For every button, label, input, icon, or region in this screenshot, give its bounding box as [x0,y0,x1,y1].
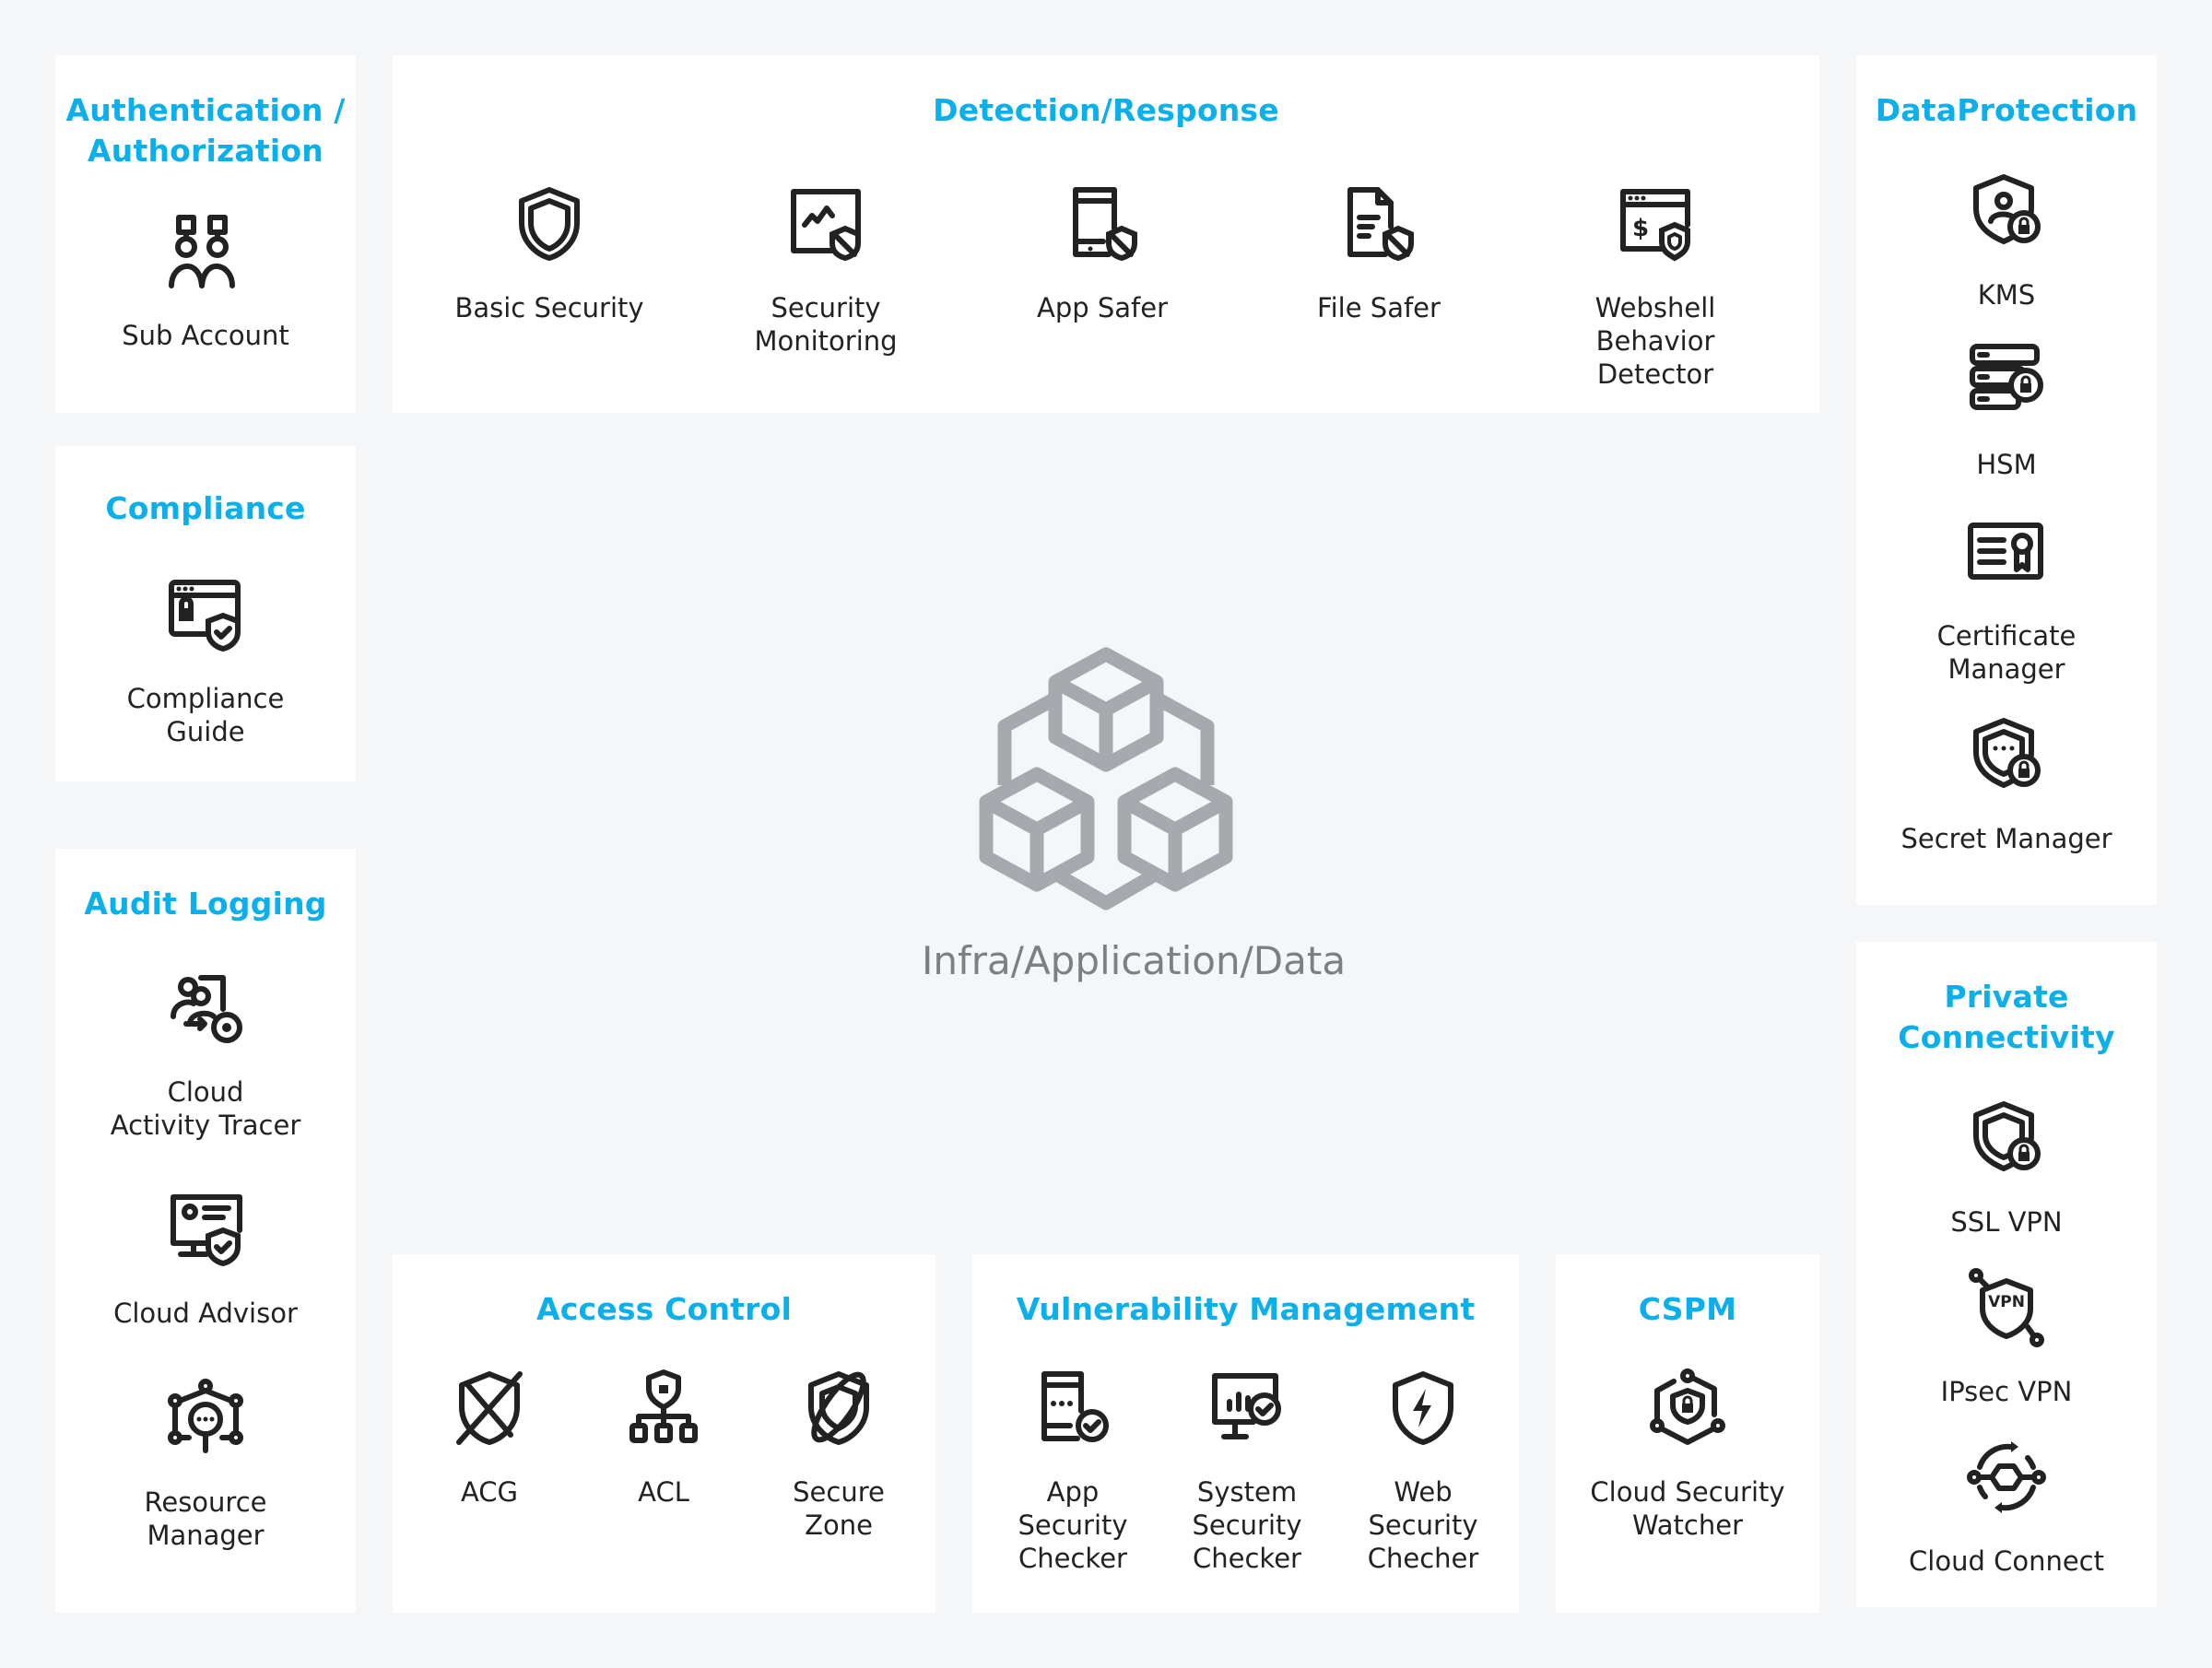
shield-cross-icon [456,1371,523,1445]
service-label: Cloud Activity Tracer [110,1076,301,1141]
service-sub-account[interactable]: Sub Account [86,212,325,352]
svg-text:VPN: VPN [1988,1293,2025,1311]
service-ipsec-vpn[interactable]: VPN IPsec VPN [1887,1268,2126,1408]
service-cloud-connect[interactable]: Cloud Connect [1887,1438,2126,1578]
phone-check-icon [1041,1371,1109,1442]
sub-account-icon [169,215,235,288]
service-label: Cloud Connect [1909,1545,2104,1577]
shield-orbit-icon [808,1371,869,1445]
service-web-security-checher[interactable]: Web Security Checher [1303,1368,1543,1575]
panel-private-connectivity: Private Connectivity SSL VPN VPN IPsec V… [1856,942,2157,1607]
browser-dollar-shield-icon: $ [1620,189,1690,262]
shield-icon [519,187,580,261]
monitor-check-icon [1212,1373,1281,1439]
panel-title: Audit Logging [84,886,327,922]
service-compliance-guide[interactable]: Compliance Guide [86,575,325,748]
service-label: KMS [1977,279,2036,311]
service-secure-zone[interactable]: Secure Zone [719,1368,959,1542]
service-ssl-vpn[interactable]: SSL VPN [1887,1098,2126,1239]
monitor-shield-check-icon [171,1194,242,1267]
service-secret-manager[interactable]: Secret Manager [1887,715,2126,855]
panel-title: Access Control [535,1291,793,1327]
panel-compliance: Compliance Compliance Guide [55,446,356,781]
svg-text:$: $ [1632,215,1649,242]
monitor-chart-shield-icon [791,189,861,262]
service-label: Certificate Manager [1936,620,2077,685]
service-label: App Safer [1036,292,1169,323]
service-label: Webshell Behavior Detector [1594,292,1716,390]
panel-audit-logging: Audit Logging Cloud Activity Tracer Clou… [55,849,356,1613]
service-hsm[interactable]: HSM [1887,341,2126,481]
service-label: Compliance Guide [126,683,285,747]
service-label: Resource Manager [144,1486,267,1551]
browser-lock-shield-icon [169,580,241,652]
panel-data-protection: DataProtection KMS HSM Certificate Manag… [1856,55,2157,905]
service-file-safer[interactable]: File Safer [1259,184,1499,324]
panel-title: Detection/Response [933,92,1279,128]
service-webshell-behavior-detector[interactable]: $ Webshell Behavior Detector [1535,184,1775,391]
service-basic-security[interactable]: Basic Security [429,184,669,324]
service-label: IPsec VPN [1940,1376,2073,1407]
phone-shield-icon [1073,187,1137,262]
service-label: File Safer [1317,292,1441,323]
service-label: Web Security Checher [1367,1476,1479,1574]
service-resource-manager[interactable]: Resource Manager [86,1379,325,1552]
panel-title: Private Connectivity [1856,977,2157,1058]
center-infra-application-data: Infra/Application/Data [922,645,1347,983]
panel-vulnerability-management: Vulnerability Management App Security Ch… [972,1254,1519,1613]
file-shield-icon [1347,187,1414,262]
panel-title: Vulnerability Management [1016,1291,1476,1327]
shield-lock-icon [1973,1101,2041,1171]
service-label: HSM [1976,449,2037,480]
vpn-shield-icon: VPN [1969,1268,2044,1347]
users-gear-icon [171,975,242,1043]
cubes-icon [979,647,1233,910]
network-search-icon [168,1379,243,1453]
hex-shield-lock-icon [1650,1368,1725,1445]
panel-access-control: Access Control ACG ACL Secure Zone [393,1254,935,1613]
service-kms[interactable]: KMS [1887,171,2126,311]
panel-title-line: Authentication / [65,92,346,128]
panel-title: DataProtection [1875,92,2138,128]
service-label: Basic Security [454,292,644,323]
panel-title-line: Private [1944,979,2069,1015]
service-label: Security Monitoring [754,292,898,357]
shield-tree-icon [629,1369,698,1443]
panel-detection-response: Detection/Response Basic Security Securi… [393,55,1819,413]
hex-cycle-icon [1967,1441,2046,1513]
shield-bolt-icon [1393,1371,1453,1445]
panel-title-line: Connectivity [1898,1019,2115,1055]
service-security-monitoring[interactable]: Security Monitoring [706,184,946,358]
service-cloud-advisor[interactable]: Cloud Advisor [86,1190,325,1330]
service-label: Secure Zone [793,1476,885,1541]
panel-title: Authentication / Authorization [55,90,356,171]
panel-authentication-authorization: Authentication / Authorization Sub Accou… [55,55,356,413]
shield-user-lock-icon [1973,174,2041,244]
service-label: Sub Account [122,320,289,351]
certificate-icon [1968,523,2043,580]
service-cloud-activity-tracer[interactable]: Cloud Activity Tracer [86,969,325,1142]
service-label: Cloud Security Watcher [1590,1476,1785,1541]
server-lock-icon [1970,344,2043,410]
panel-title-line: Authorization [88,133,324,169]
center-label: Infra/Application/Data [922,938,1347,983]
shield-password-lock-icon [1973,718,2041,788]
service-label: Secret Manager [1900,823,2112,854]
service-label: Cloud Advisor [113,1298,298,1329]
service-certificate-manager[interactable]: Certificate Manager [1887,512,2126,686]
panel-cspm: CSPM Cloud Security Watcher [1556,1254,1819,1613]
panel-title: CSPM [1638,1291,1737,1327]
service-label: SSL VPN [1950,1206,2063,1238]
service-cloud-security-watcher[interactable]: Cloud Security Watcher [1568,1368,1807,1542]
service-app-safer[interactable]: App Safer [982,184,1222,324]
panel-title: Compliance [105,490,306,526]
